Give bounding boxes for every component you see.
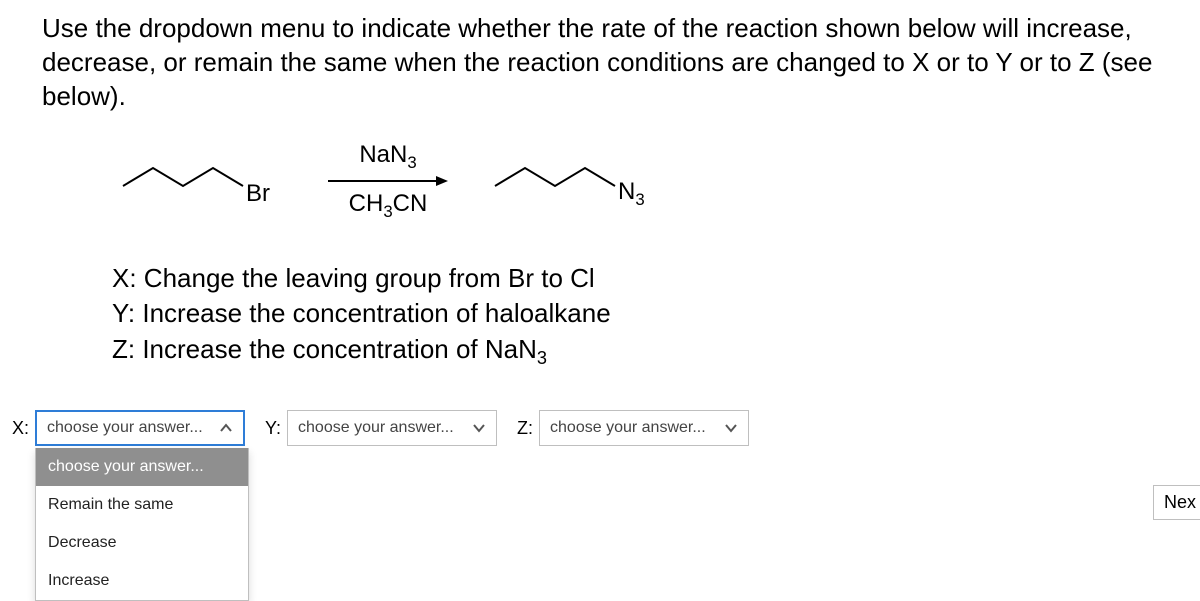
answers-row: X: choose your answer... choose your ans… — [12, 410, 1200, 446]
reaction-arrow-icon — [328, 174, 448, 188]
answer-y-value: choose your answer... — [298, 419, 454, 437]
answer-y-label: Y: — [265, 418, 281, 439]
answer-z-value: choose your answer... — [550, 419, 706, 437]
question-text: Use the dropdown menu to indicate whethe… — [0, 0, 1200, 113]
chevron-down-icon — [724, 421, 738, 435]
option-placeholder[interactable]: choose your answer... — [36, 448, 248, 486]
answer-x-dropdown[interactable]: choose your answer... choose your answer… — [35, 410, 245, 446]
product-structure: N3 — [490, 156, 660, 206]
reagent-sub: 3 — [407, 152, 416, 171]
reagent-label: NaN3 — [359, 141, 416, 173]
option-decrease[interactable]: Decrease — [36, 524, 248, 562]
condition-z-base: Z: Increase the concentration of NaN — [112, 334, 537, 364]
reactant-structure: Br — [118, 156, 268, 206]
answer-z-label: Z: — [517, 418, 533, 439]
condition-z-sub: 3 — [537, 348, 547, 368]
solvent-label: CH3CN — [349, 190, 428, 222]
answer-x-label: X: — [12, 418, 29, 439]
reactant-label: Br — [246, 180, 270, 208]
condition-x: X: Change the leaving group from Br to C… — [112, 261, 1200, 296]
product-sub: 3 — [635, 190, 644, 209]
reagent-base: NaN — [359, 141, 407, 168]
option-increase[interactable]: Increase — [36, 562, 248, 600]
solvent-b: CN — [393, 190, 428, 217]
solvent-sub: 3 — [383, 202, 392, 221]
answer-y-dropdown[interactable]: choose your answer... — [287, 410, 497, 446]
chevron-down-icon — [472, 421, 486, 435]
reaction-scheme: Br NaN3 CH3CN N3 — [118, 141, 1200, 221]
reaction-arrow-block: NaN3 CH3CN — [318, 141, 458, 223]
product-label: N3 — [618, 178, 645, 210]
option-remain-same[interactable]: Remain the same — [36, 486, 248, 524]
condition-z: Z: Increase the concentration of NaN3 — [112, 332, 1200, 371]
conditions-list: X: Change the leaving group from Br to C… — [112, 261, 1200, 370]
condition-y: Y: Increase the concentration of haloalk… — [112, 296, 1200, 331]
solvent-a: CH — [349, 190, 384, 217]
answer-z-dropdown[interactable]: choose your answer... — [539, 410, 749, 446]
next-button[interactable]: Nex — [1153, 485, 1200, 520]
answer-x-options-list: choose your answer... Remain the same De… — [35, 448, 249, 601]
chevron-up-icon — [219, 421, 233, 435]
answer-x-value: choose your answer... — [47, 419, 203, 437]
product-base: N — [618, 178, 635, 205]
